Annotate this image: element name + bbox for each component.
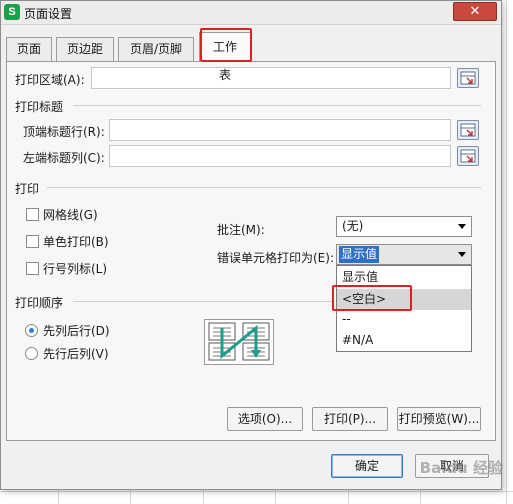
grid-row-line: [0, 491, 513, 492]
top-rows-input[interactable]: [109, 119, 451, 141]
gridlines-checkbox[interactable]: [26, 208, 39, 221]
dialog-title: 页面设置: [24, 7, 73, 21]
over-then-down-label: 先行后列(V): [43, 347, 109, 361]
print-button[interactable]: 打印(P)...: [312, 407, 388, 431]
print-titles-section: 打印标题: [15, 100, 64, 114]
options-button[interactable]: 选项(O)...: [227, 407, 303, 431]
left-cols-input[interactable]: [109, 145, 451, 167]
page-order-diagram: [208, 322, 270, 361]
gridlines-label: 网格线(G): [43, 208, 98, 222]
row-col-headers-label: 行号列标(L): [43, 262, 108, 276]
print-section: 打印: [15, 182, 40, 196]
comments-label: 批注(M):: [217, 223, 265, 237]
left-cols-collapse-button[interactable]: [457, 146, 479, 166]
down-then-over-label: 先列后行(D): [43, 324, 110, 338]
tab-page[interactable]: 页面: [6, 37, 52, 61]
chevron-down-icon: [458, 252, 466, 257]
print-preview-button[interactable]: 打印预览(W)...: [397, 407, 481, 431]
close-button[interactable]: ✕: [453, 2, 497, 21]
errors-value: 显示值: [339, 246, 380, 263]
errors-select[interactable]: 显示值: [336, 244, 472, 265]
mono-label: 单色打印(B): [43, 235, 109, 249]
page-setup-dialog: S 页面设置 ✕ 页面 页边距 页眉/页脚 工作表 打印区域(A): 打印标题 …: [0, 0, 502, 490]
tab-header-footer[interactable]: 页眉/页脚: [118, 37, 194, 61]
tab-margins[interactable]: 页边距: [56, 37, 114, 61]
wps-app-icon: S: [4, 4, 20, 20]
blank-option-highlight: [332, 285, 412, 311]
row-col-headers-checkbox[interactable]: [26, 262, 39, 275]
range-select-icon: [460, 71, 476, 85]
chevron-down-icon: [458, 224, 466, 229]
comments-value: (无): [342, 219, 364, 233]
range-select-icon: [460, 149, 476, 163]
ok-button[interactable]: 确定: [331, 454, 403, 478]
page-order-preview-image: [204, 319, 274, 365]
grid-column-line: [506, 0, 507, 504]
mono-checkbox[interactable]: [26, 235, 39, 248]
left-cols-label: 左端标题列(C):: [23, 151, 105, 165]
over-then-down-radio[interactable]: [25, 347, 38, 360]
down-then-over-radio[interactable]: [25, 324, 38, 337]
print-area-input[interactable]: [91, 67, 451, 89]
errors-label: 错误单元格打印为(E):: [217, 251, 334, 265]
comments-select[interactable]: (无): [336, 216, 472, 237]
tab-sheet-highlight: [200, 28, 252, 62]
title-bar: S 页面设置 ✕: [1, 1, 501, 25]
section-divider: [73, 301, 335, 302]
errors-option-na[interactable]: #N/A: [337, 330, 471, 351]
page-order-section: 打印顺序: [15, 296, 64, 310]
baidu-watermark: Baidu 经验: [419, 459, 503, 477]
top-rows-collapse-button[interactable]: [457, 120, 479, 140]
errors-option-dashes[interactable]: --: [337, 309, 471, 330]
print-area-label: 打印区域(A):: [15, 73, 85, 87]
section-divider: [73, 105, 481, 106]
top-rows-label: 顶端标题行(R):: [23, 125, 105, 139]
section-divider: [47, 187, 481, 188]
range-select-icon: [460, 123, 476, 137]
print-area-collapse-button[interactable]: [457, 68, 479, 88]
